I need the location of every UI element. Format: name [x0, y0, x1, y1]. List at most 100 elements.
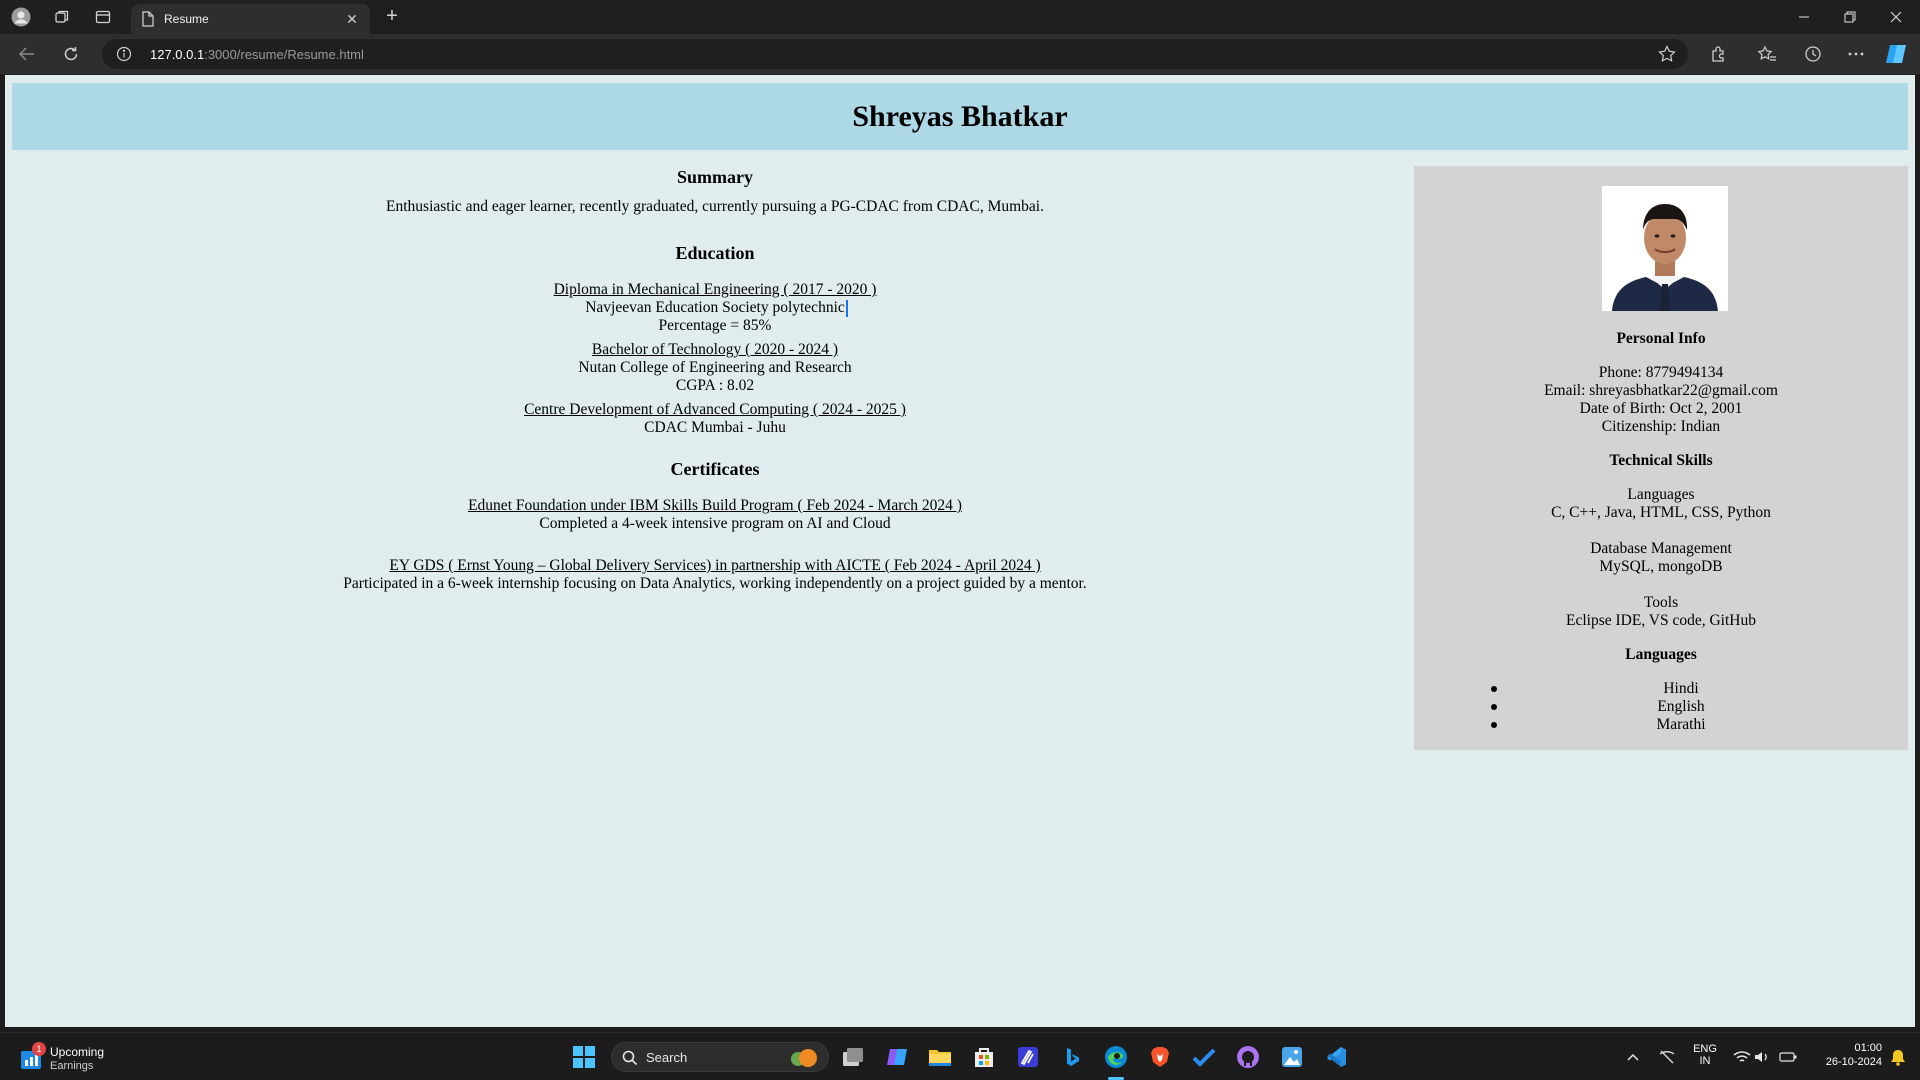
education-institute: CDAC Mumbai - Juhu	[644, 419, 786, 436]
history-icon[interactable]	[1800, 42, 1826, 66]
skill-group: Tools Eclipse IDE, VS code, GitHub	[1414, 594, 1908, 630]
main-column: Summary Enthusiastic and eager learner, …	[5, 168, 1425, 593]
summary-heading: Summary	[677, 167, 753, 187]
language-item: English	[1454, 698, 1908, 716]
education-score: Percentage = 85%	[658, 317, 772, 334]
dob-text: Date of Birth: Oct 2, 2001	[1579, 400, 1743, 417]
skill-group: Database Management MySQL, mongoDB	[1414, 540, 1908, 576]
technical-skills-heading: Technical Skills	[1609, 452, 1713, 469]
taskbar-search[interactable]: Search	[611, 1042, 829, 1072]
language-item: Hindi	[1454, 680, 1908, 698]
brave-browser-icon[interactable]	[1144, 1041, 1176, 1073]
education-title: Centre Development of Advanced Computing…	[524, 401, 906, 418]
widget-subtitle: Earnings	[50, 1060, 94, 1072]
url-text[interactable]: 127.0.0.1:3000/resume/Resume.html	[150, 47, 364, 62]
file-explorer-icon[interactable]	[924, 1041, 956, 1073]
search-label: Search	[646, 1050, 688, 1065]
search-icon	[622, 1050, 638, 1066]
personal-info-heading: Personal Info	[1616, 330, 1706, 347]
taskbar: 1 Upcoming Earnings Search ENG IN 01:00 …	[0, 1032, 1920, 1080]
email-text: Email: shreyasbhatkar22@gmail.com	[1544, 382, 1778, 399]
new-tab-button[interactable]: +	[380, 6, 404, 28]
edge-browser-icon[interactable]	[1100, 1041, 1132, 1080]
skill-group-items: C, C++, Java, HTML, CSS, Python	[1551, 504, 1771, 521]
skill-group-name: Database Management	[1590, 540, 1732, 557]
extensions-icon[interactable]	[1706, 42, 1732, 66]
resume-name: Shreyas Bhatkar	[852, 99, 1068, 133]
task-view-icon[interactable]	[837, 1041, 869, 1073]
widget-title: Upcoming	[50, 1045, 105, 1059]
active-tab[interactable]: Resume ✕	[131, 4, 370, 34]
skill-group: Languages C, C++, Java, HTML, CSS, Pytho…	[1414, 486, 1908, 522]
bing-icon[interactable]	[1056, 1041, 1088, 1073]
certificate-desc: Completed a 4-week intensive program on …	[539, 515, 891, 532]
skill-group-items: Eclipse IDE, VS code, GitHub	[1566, 612, 1756, 629]
languages-list: Hindi English Marathi	[1414, 680, 1908, 734]
notification-badge: 1	[32, 1042, 46, 1056]
copilot-icon[interactable]	[1883, 42, 1909, 66]
education-institute: Nutan College of Engineering and Researc…	[578, 359, 852, 376]
clock-time: 01:00	[1854, 1042, 1882, 1054]
more-menu-icon[interactable]	[1843, 42, 1869, 66]
notification-bell-icon[interactable]	[1882, 1041, 1914, 1073]
profile-photo	[1602, 186, 1728, 311]
minimize-button[interactable]	[1781, 0, 1827, 34]
todo-app-icon[interactable]	[1188, 1041, 1220, 1073]
skill-group-name: Languages	[1627, 486, 1695, 503]
widgets-button[interactable]: 1 Upcoming Earnings	[18, 1042, 128, 1074]
back-button[interactable]	[14, 42, 40, 66]
vscode-icon[interactable]	[1320, 1041, 1352, 1073]
certificates-heading: Certificates	[670, 459, 760, 479]
page-icon	[141, 11, 155, 32]
pen-app-icon[interactable]	[1012, 1041, 1044, 1073]
clock-date: 26-10-2024	[1825, 1056, 1882, 1068]
education-item: Centre Development of Advanced Computing…	[5, 401, 1425, 437]
summary-text: Enthusiastic and eager learner, recently…	[386, 198, 1044, 215]
reload-button[interactable]	[58, 42, 84, 66]
github-icon[interactable]	[1232, 1041, 1264, 1073]
phone-text: Phone: 8779494134	[1598, 364, 1724, 381]
vertical-tabs-icon[interactable]	[92, 6, 114, 28]
page-viewport: Shreyas Bhatkar Summary Enthusiastic and…	[5, 75, 1915, 1027]
language-item: Marathi	[1454, 716, 1908, 734]
text-cursor	[845, 300, 848, 317]
education-item: Bachelor of Technology ( 2020 - 2024 ) N…	[5, 341, 1425, 395]
tab-title: Resume	[164, 12, 209, 26]
profile-avatar-icon[interactable]	[10, 6, 32, 28]
clock[interactable]: 01:00 26-10-2024	[1808, 1042, 1882, 1068]
location-off-icon[interactable]	[1651, 1041, 1683, 1073]
education-item: Diploma in Mechanical Engineering ( 2017…	[5, 281, 1425, 335]
close-window-button[interactable]	[1873, 0, 1919, 34]
education-heading: Education	[675, 243, 755, 263]
site-info-icon[interactable]	[116, 46, 132, 67]
education-title: Bachelor of Technology ( 2020 - 2024 )	[591, 341, 839, 358]
sidebar: Personal Info Phone: 8779494134 Email: s…	[1414, 166, 1908, 750]
show-hidden-icons-chevron-up-icon[interactable]	[1617, 1041, 1649, 1073]
restore-button[interactable]	[1827, 0, 1873, 34]
skill-group-name: Tools	[1643, 594, 1679, 611]
education-institute: Navjeevan Education Society polytechnic	[585, 299, 848, 317]
microsoft-store-icon[interactable]	[968, 1041, 1000, 1073]
sidebar-content: Personal Info Phone: 8779494134 Email: s…	[1414, 330, 1908, 734]
browser-toolbar: 127.0.0.1:3000/resume/Resume.html	[0, 34, 1920, 74]
favorite-star-icon[interactable]	[1658, 45, 1676, 68]
browser-tab-strip: Resume ✕ +	[0, 0, 1920, 34]
skill-group-items: MySQL, mongoDB	[1599, 558, 1723, 575]
workspaces-icon[interactable]	[51, 6, 73, 28]
favorites-icon[interactable]	[1754, 42, 1780, 66]
citizenship-text: Citizenship: Indian	[1601, 418, 1721, 435]
start-button[interactable]	[568, 1041, 600, 1073]
certificate-title: Edunet Foundation under IBM Skills Build…	[468, 497, 962, 514]
tab-close-icon[interactable]: ✕	[342, 9, 362, 29]
certificate-item: Edunet Foundation under IBM Skills Build…	[5, 497, 1425, 533]
battery-icon[interactable]	[1772, 1041, 1804, 1073]
certificate-item: EY GDS ( Ernst Young – Global Delivery S…	[5, 557, 1425, 593]
education-title: Diploma in Mechanical Engineering ( 2017…	[553, 281, 877, 298]
languages-heading: Languages	[1625, 646, 1697, 663]
copilot-app-icon[interactable]	[881, 1041, 913, 1073]
photos-app-icon[interactable]	[1276, 1041, 1308, 1073]
language-indicator[interactable]: ENG IN	[1692, 1043, 1718, 1067]
address-bar[interactable]: 127.0.0.1:3000/resume/Resume.html	[102, 39, 1688, 69]
certificate-title: EY GDS ( Ernst Young – Global Delivery S…	[389, 557, 1041, 574]
search-highlight-icon	[791, 1049, 817, 1067]
